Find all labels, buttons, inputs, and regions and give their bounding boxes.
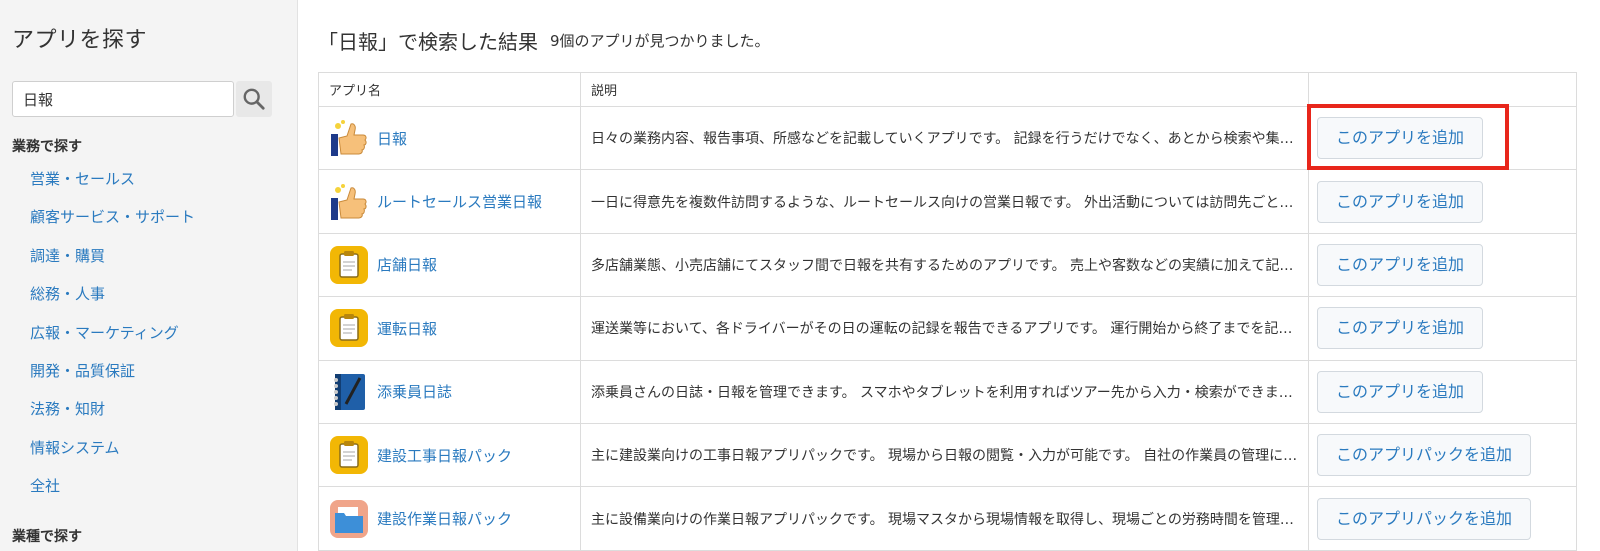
app-description: 一日に得意先を複数件訪問するような、ルートセールス向けの営業日報です。 外出活動… [591, 194, 1298, 211]
result-title: 「日報」で検索した結果 [318, 29, 538, 54]
table-row: 日報 日々の業務内容、報告事項、所感などを記載していくアプリです。 記録を行うだ… [318, 105, 1577, 171]
category-link[interactable]: 広報・マーケティング [30, 324, 179, 342]
category-link[interactable]: 情報システム [30, 439, 120, 457]
column-header-desc: 説明 [580, 72, 1309, 107]
search-icon [243, 88, 265, 110]
search-button[interactable] [236, 81, 272, 117]
search-row [12, 80, 297, 118]
table-row: 建設工事日報パック 主に建設業向けの工事日報アプリパックです。 現場から日報の閲… [318, 422, 1577, 488]
column-header-action [1308, 72, 1577, 107]
category-list: 営業・セールス 顧客サービス・サポート 調達・購買 総務・人事 広報・マーケティ… [12, 162, 297, 508]
category-link[interactable]: 全社 [30, 477, 60, 495]
result-header: 「日報」で検索した結果 9個のアプリが見つかりました。 [318, 0, 1600, 72]
app-name-link[interactable]: 建設作業日報パック [377, 508, 512, 529]
category-link[interactable]: 営業・セールス [30, 170, 135, 188]
table-header-row: アプリ名 説明 [318, 72, 1577, 107]
main-content: 「日報」で検索した結果 9個のアプリが見つかりました。 アプリ名 説明 日報 日… [318, 0, 1600, 551]
add-app-button[interactable]: このアプリを追加 [1317, 370, 1484, 413]
add-app-button[interactable]: このアプリを追加 [1317, 243, 1484, 286]
clipboard-icon [329, 435, 369, 475]
sidebar: アプリを探す 業務で探す 営業・セールス 顧客サービス・サポート 調達・購買 総… [0, 0, 298, 551]
app-description: 主に設備業向けの作業日報アプリパックです。 現場マスタから現場情報を取得し、現場… [591, 511, 1298, 528]
table-row: 添乗員日誌 添乗員さんの日誌・日報を管理できます。 スマホやタブレットを利用すれ… [318, 359, 1577, 424]
app-description: 日々の業務内容、報告事項、所感などを記載していくアプリです。 記録を行うだけでな… [591, 131, 1298, 148]
thumbs-up-icon [329, 182, 369, 222]
add-app-button[interactable]: このアプリを追加 [1317, 307, 1484, 350]
column-header-name: アプリ名 [318, 72, 581, 107]
folder-icon [329, 499, 369, 539]
add-app-pack-button[interactable]: このアプリパックを追加 [1317, 434, 1532, 477]
clipboard-icon [329, 245, 369, 285]
result-count: 9個のアプリが見つかりました。 [550, 31, 770, 50]
table-row: 運転日報 運送業等において、各ドライバーがその日の運転の記録を報告できるアプリで… [318, 296, 1577, 361]
add-app-pack-button[interactable]: このアプリパックを追加 [1317, 497, 1532, 540]
app-name-link[interactable]: ルートセールス営業日報 [377, 191, 542, 212]
search-input[interactable] [12, 81, 234, 117]
notebook-icon [329, 372, 369, 412]
app-description: 主に建設業向けの工事日報アプリパックです。 現場から日報の閲覧・入力が可能です。… [591, 448, 1298, 465]
app-name-link[interactable]: 添乗員日誌 [377, 381, 452, 402]
thumbs-up-icon [329, 118, 369, 158]
app-name-link[interactable]: 運転日報 [377, 318, 437, 339]
app-name-link[interactable]: 店舗日報 [377, 254, 437, 275]
section-heading-industry: 業種で探す [12, 528, 82, 545]
category-link[interactable]: 法務・知財 [30, 400, 105, 418]
add-app-button[interactable]: このアプリを追加 [1317, 117, 1484, 160]
table-row: 建設作業日報パック 主に設備業向けの作業日報アプリパックです。 現場マスタから現… [318, 486, 1577, 551]
app-name-link[interactable]: 日報 [377, 128, 407, 149]
clipboard-icon [329, 308, 369, 348]
category-link[interactable]: 総務・人事 [30, 285, 105, 303]
app-description: 添乗員さんの日誌・日報を管理できます。 スマホやタブレットを利用すればツアー先か… [591, 384, 1298, 401]
section-heading-business: 業務で探す [12, 139, 82, 155]
table-row: 店舗日報 多店舗業態、小売店舗にてスタッフ間で日報を共有するためのアプリです。 … [318, 232, 1577, 298]
category-link[interactable]: 開発・品質保証 [30, 362, 135, 380]
app-description: 多店舗業態、小売店舗にてスタッフ間で日報を共有するためのアプリです。 売上や客数… [591, 257, 1298, 274]
category-link[interactable]: 調達・購買 [30, 247, 105, 265]
app-name-link[interactable]: 建設工事日報パック [377, 445, 512, 466]
sidebar-title: アプリを探す [12, 28, 148, 53]
add-app-button[interactable]: このアプリを追加 [1317, 180, 1484, 223]
category-link[interactable]: 顧客サービス・サポート [30, 208, 195, 226]
app-table: アプリ名 説明 日報 日々の業務内容、報告事項、所感などを記載していくアプリです… [318, 72, 1577, 551]
table-row: ルートセールス営業日報 一日に得意先を複数件訪問するような、ルートセールス向けの… [318, 169, 1577, 234]
app-description: 運送業等において、各ドライバーがその日の運転の記録を報告できるアプリです。 運行… [591, 321, 1298, 338]
